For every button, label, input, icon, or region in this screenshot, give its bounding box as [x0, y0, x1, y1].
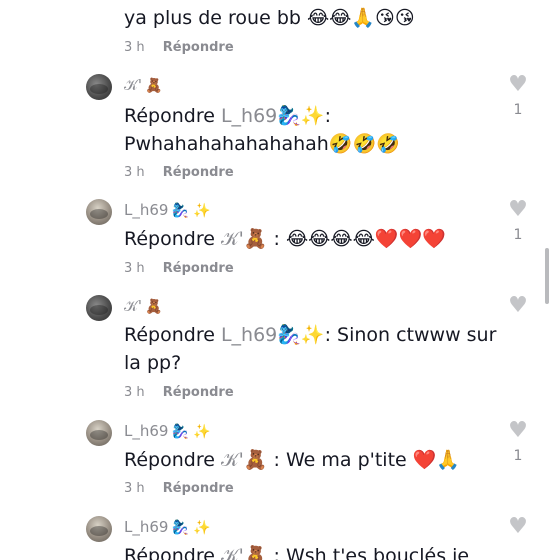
mention-link[interactable]: L_h69🧞‍♀️✨ — [221, 105, 325, 127]
like-count: 1 — [513, 448, 523, 464]
comment-meta: 3 h Répondre — [124, 261, 234, 276]
user-badge: 🧞‍♀️ ✨ — [171, 203, 211, 219]
comment-text: Répondre 𝒦'🧸 : We ma p'tite ❤️🙏 — [124, 449, 461, 471]
timestamp: 3 h — [124, 165, 145, 180]
timestamp: 3 h — [124, 261, 145, 276]
comment-text: Répondre 𝒦'🧸 : 😂😂😂😂❤️❤️❤️ — [124, 228, 446, 250]
comment-text: Répondre L_h69🧞‍♀️✨: Sinon ctwww sur la … — [124, 324, 497, 374]
user-badge: 🧞‍♀️ ✨ — [171, 520, 211, 536]
comment-text: ya plus de roue bb 😂😂🙏😘😘 — [124, 7, 415, 29]
like-count: 1 — [513, 102, 523, 118]
like-control[interactable]: ♥ 1 — [505, 199, 531, 244]
comment-meta: 3 h Répondre — [124, 165, 234, 180]
avatar[interactable] — [86, 420, 112, 446]
username[interactable]: 𝒦' 🧸 — [124, 297, 163, 315]
mention-link[interactable]: L_h69🧞‍♀️✨ — [221, 324, 325, 346]
heart-outline-icon[interactable]: ♥ — [505, 516, 531, 538]
like-control[interactable]: ♥ — [505, 516, 531, 538]
username[interactable]: L_h69 🧞‍♀️ ✨ — [124, 201, 211, 219]
mention-link[interactable]: 𝒦'🧸 — [221, 228, 268, 250]
comment-meta: 3 h Répondre — [124, 40, 234, 55]
reply-button[interactable]: Répondre — [163, 165, 234, 180]
avatar[interactable] — [86, 74, 112, 100]
username[interactable]: 𝒦' 🧸 — [124, 76, 163, 94]
reply-button[interactable]: Répondre — [163, 40, 234, 55]
like-count: 1 — [513, 227, 523, 243]
user-badge: 🧞‍♀️ ✨ — [171, 424, 211, 440]
reply-button[interactable]: Répondre — [163, 481, 234, 496]
user-badge: 🧸 — [145, 78, 163, 94]
mention-link[interactable]: 𝒦'🧸 — [221, 449, 268, 471]
comment-thread: ya plus de roue bb 😂😂🙏😘😘 3 h Répondre 𝒦'… — [0, 0, 560, 560]
reply-button[interactable]: Répondre — [163, 261, 234, 276]
like-control[interactable]: ♥ 1 — [505, 74, 531, 119]
heart-outline-icon[interactable]: ♥ — [505, 295, 531, 317]
user-badge: 🧸 — [145, 299, 163, 315]
comment-text: Répondre 𝒦'🧸 : Wsh t'es bouclés je — [124, 542, 504, 560]
timestamp: 3 h — [124, 481, 145, 496]
scrollbar-thumb[interactable] — [545, 248, 549, 304]
comment-meta: 3 h Répondre — [124, 481, 234, 496]
like-control[interactable]: ♥ 1 — [505, 420, 531, 465]
heart-outline-icon[interactable]: ♥ — [505, 74, 531, 96]
username[interactable]: L_h69 🧞‍♀️ ✨ — [124, 518, 211, 536]
avatar[interactable] — [86, 295, 112, 321]
heart-outline-icon[interactable]: ♥ — [505, 199, 531, 221]
username[interactable]: L_h69 🧞‍♀️ ✨ — [124, 422, 211, 440]
avatar[interactable] — [86, 199, 112, 225]
avatar[interactable] — [86, 516, 112, 542]
comment-meta: 3 h Répondre — [124, 385, 234, 400]
mention-link[interactable]: 𝒦'🧸 — [221, 545, 268, 560]
like-control[interactable]: ♥ — [505, 295, 531, 323]
reply-button[interactable]: Répondre — [163, 385, 234, 400]
comment-text: Répondre L_h69🧞‍♀️✨: Pwhahahahahahahah🤣🤣… — [124, 105, 400, 155]
timestamp: 3 h — [124, 40, 145, 55]
heart-outline-icon[interactable]: ♥ — [505, 420, 531, 442]
timestamp: 3 h — [124, 385, 145, 400]
